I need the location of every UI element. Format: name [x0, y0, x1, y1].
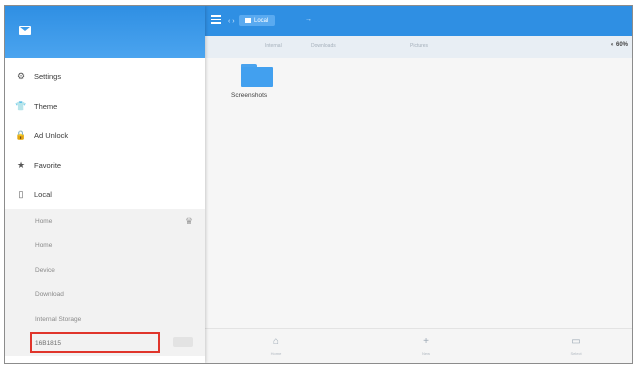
storage-value: 60%	[615, 42, 628, 48]
menu-item-label: Local	[34, 190, 52, 200]
menu-item-label: Settings	[34, 72, 62, 82]
path-arrow-icon: →	[305, 16, 312, 23]
path-nav-icon[interactable]: ‹ ›	[228, 18, 235, 25]
location-chip[interactable]: Local	[239, 15, 276, 26]
drawer-menu: ⚙ Settings 👕 Theme 🔒 Ad Unlock ★ Favorit…	[5, 62, 205, 210]
local-item-internal-storage[interactable]: Internal Storage	[5, 307, 205, 332]
menu-item-ad-unlock[interactable]: 🔒 Ad Unlock	[5, 121, 205, 151]
menu-item-label: Theme	[34, 101, 58, 111]
local-item-label: Home	[35, 217, 53, 225]
shirt-icon: 👕	[15, 100, 27, 111]
location-chip-label: Local	[254, 17, 269, 24]
folder-small-icon	[245, 18, 251, 23]
star-icon: ★	[16, 159, 26, 170]
phone-icon: ▯	[18, 189, 24, 200]
hamburger-menu-icon[interactable]	[211, 15, 221, 24]
folder-icon[interactable]	[241, 64, 277, 88]
navigation-drawer: ⚙ Settings 👕 Theme 🔒 Ad Unlock ★ Favorit…	[5, 6, 205, 363]
tab-internal[interactable]: Internal	[265, 43, 282, 49]
mail-icon[interactable]	[19, 26, 31, 35]
app-bar: ‹ › Local →	[205, 6, 632, 36]
menu-item-settings[interactable]: ⚙ Settings	[5, 62, 205, 92]
select-button[interactable]: ▭ Select	[561, 336, 591, 362]
folder-label[interactable]: Screenshots	[231, 92, 267, 99]
app-window: ‹ › Local → Internal Downloads Pictures …	[4, 5, 633, 364]
crown-icon[interactable]: ♛	[185, 216, 193, 227]
lock-icon: 🔒	[15, 130, 27, 141]
select-icon: ▭	[571, 336, 581, 347]
local-item-home[interactable]: Home ♛	[5, 209, 205, 234]
drawer-header	[5, 6, 205, 58]
home-button[interactable]: ⌂ Home	[261, 336, 291, 362]
select-button-label: Select	[570, 351, 582, 356]
menu-item-label: Favorite	[34, 160, 62, 170]
local-item-label: Download	[35, 291, 64, 299]
tab-strip: Internal Downloads Pictures ◐ 60%	[205, 36, 632, 59]
storage-indicator: ◐ 60%	[610, 42, 628, 48]
file-grid: Screenshots	[205, 58, 632, 328]
gear-icon: ⚙	[16, 71, 26, 82]
tab-pictures[interactable]: Pictures	[410, 43, 428, 49]
local-item-home-2[interactable]: Home	[5, 233, 205, 258]
menu-item-theme[interactable]: 👕 Theme	[5, 92, 205, 122]
tab-downloads[interactable]: Downloads	[311, 43, 336, 49]
usb-action-chip[interactable]	[173, 337, 193, 347]
new-button-label: New	[421, 351, 430, 356]
local-item-label: Home	[35, 242, 53, 250]
highlight-box	[30, 332, 160, 353]
local-item-label: Device	[35, 266, 55, 274]
menu-item-local[interactable]: ▯ Local	[5, 180, 205, 210]
bottom-toolbar: ⌂ Home + New ▭ Select	[205, 328, 632, 363]
home-button-label: Home	[270, 351, 282, 356]
menu-item-favorite[interactable]: ★ Favorite	[5, 151, 205, 181]
local-item-label: Internal Storage	[35, 315, 82, 323]
local-item-device[interactable]: Device	[5, 258, 205, 283]
menu-item-label: Ad Unlock	[34, 131, 69, 141]
local-item-download[interactable]: Download	[5, 282, 205, 307]
new-button[interactable]: + New	[411, 336, 441, 362]
plus-icon: +	[423, 336, 429, 347]
home-icon: ⌂	[272, 336, 280, 347]
